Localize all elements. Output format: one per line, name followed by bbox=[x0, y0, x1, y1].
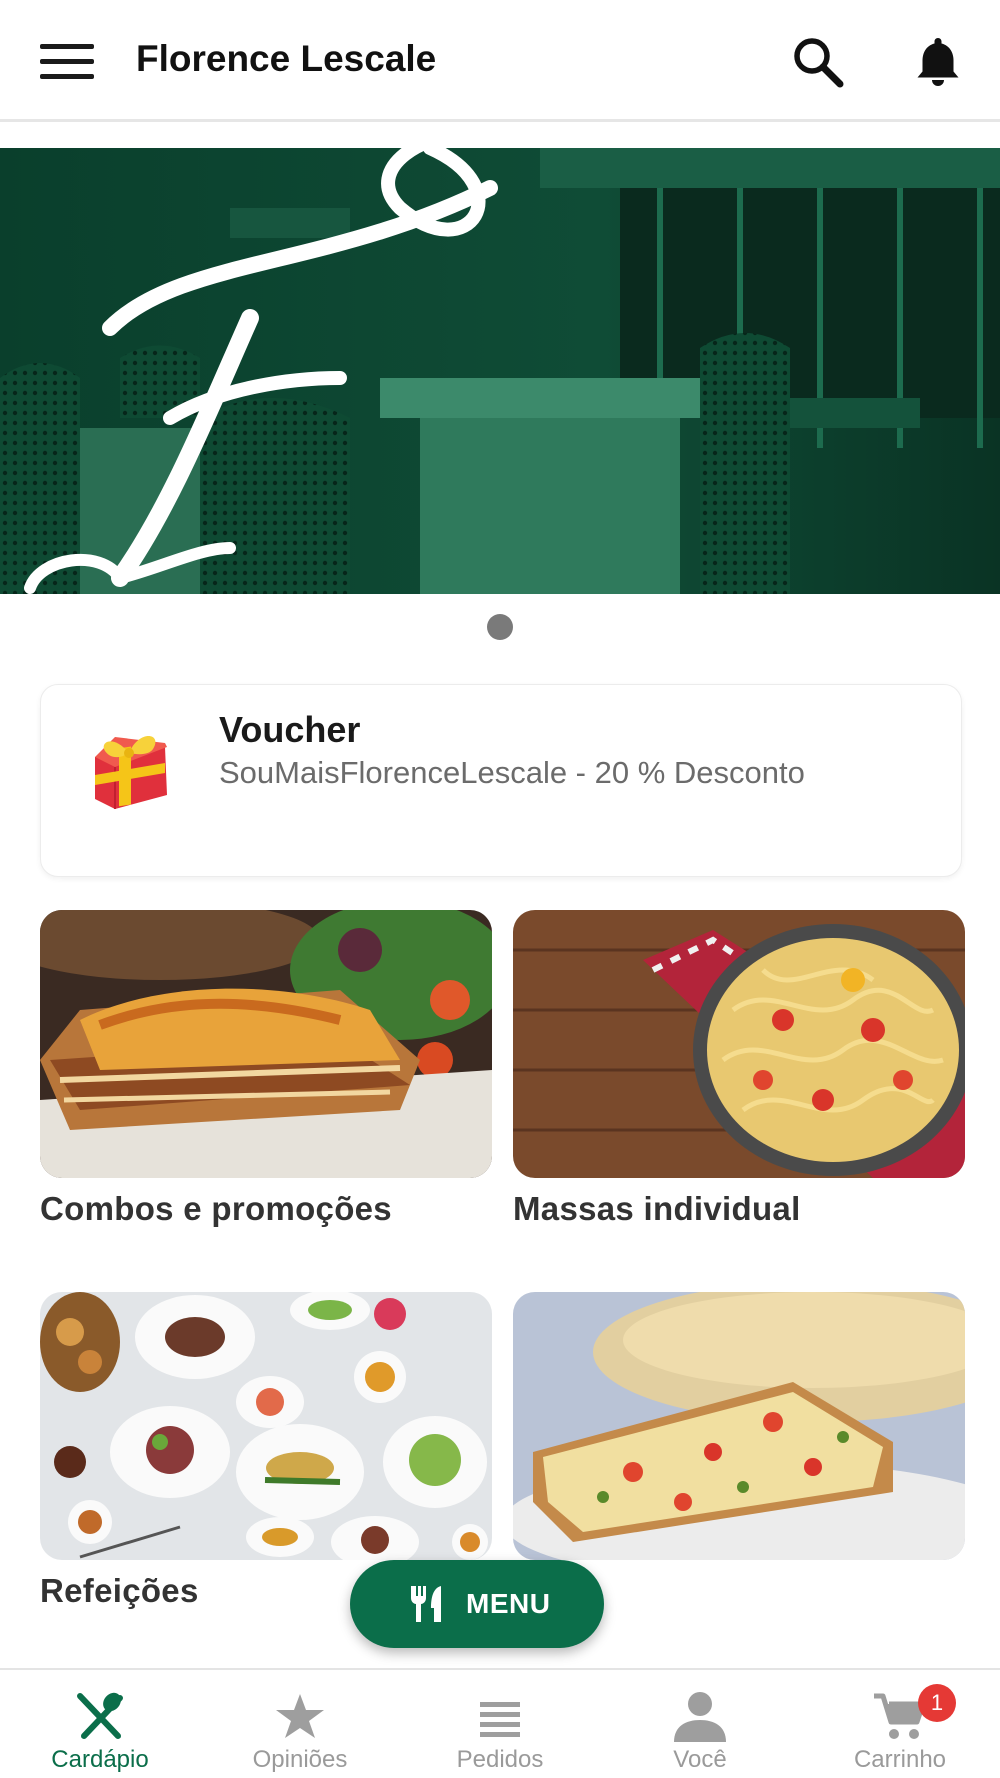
menu-fab-button[interactable]: MENU bbox=[350, 1560, 604, 1648]
nav-item-carrinho[interactable]: 1 Carrinho bbox=[800, 1670, 1000, 1778]
bottom-navigation: Cardápio Opiniões Pedidos Você 1 Carrinh… bbox=[0, 1668, 1000, 1778]
category-combos-e-promocoes[interactable]: Combos e promoções bbox=[40, 910, 492, 1228]
search-icon[interactable] bbox=[790, 34, 846, 90]
category-quiches[interactable]: hes bbox=[513, 1292, 965, 1610]
nav-item-voce[interactable]: Você bbox=[600, 1670, 800, 1778]
cart-count-badge: 1 bbox=[918, 1684, 956, 1722]
nav-label: Carrinho bbox=[853, 1746, 947, 1773]
fork-knife-icon bbox=[408, 1584, 446, 1624]
table-of-dishes-photo bbox=[40, 1292, 492, 1560]
utensils-icon bbox=[72, 1690, 128, 1742]
nav-label: Você bbox=[673, 1746, 727, 1773]
bell-icon[interactable] bbox=[908, 32, 968, 92]
pasta-pan-photo bbox=[513, 910, 965, 1178]
list-icon bbox=[472, 1690, 528, 1742]
person-icon bbox=[672, 1690, 728, 1742]
voucher-description: SouMaisFlorenceLescale - 20 % Desconto bbox=[219, 755, 805, 790]
nav-item-opinioes[interactable]: Opiniões bbox=[200, 1670, 400, 1778]
nav-item-cardapio[interactable]: Cardápio bbox=[0, 1670, 200, 1778]
nav-label: Cardápio bbox=[51, 1746, 149, 1773]
menu-fab-label: MENU bbox=[466, 1588, 551, 1619]
star-icon bbox=[272, 1690, 328, 1742]
nav-label: Pedidos bbox=[456, 1746, 544, 1773]
lasagna-photo bbox=[40, 910, 492, 1178]
hamburger-menu-icon[interactable] bbox=[40, 44, 96, 80]
app-title: Florence Lescale bbox=[136, 38, 437, 79]
carousel-indicator bbox=[0, 614, 1000, 640]
category-massas-individual[interactable]: Massas individual bbox=[513, 910, 965, 1228]
quiche-photo bbox=[513, 1292, 965, 1560]
category-label: Combos e promoções bbox=[40, 1190, 392, 1227]
app-bar: Florence Lescale bbox=[0, 0, 1000, 122]
carousel-dot[interactable] bbox=[487, 614, 513, 640]
nav-label: Opiniões bbox=[252, 1746, 348, 1773]
voucher-title: Voucher bbox=[219, 709, 361, 750]
category-label: Massas individual bbox=[513, 1190, 801, 1227]
voucher-card[interactable]: Voucher SouMaisFlorenceLescale - 20 % De… bbox=[40, 684, 962, 877]
nav-item-pedidos[interactable]: Pedidos bbox=[400, 1670, 600, 1778]
promo-banner[interactable] bbox=[0, 148, 1000, 594]
gift-box-icon bbox=[85, 723, 173, 811]
